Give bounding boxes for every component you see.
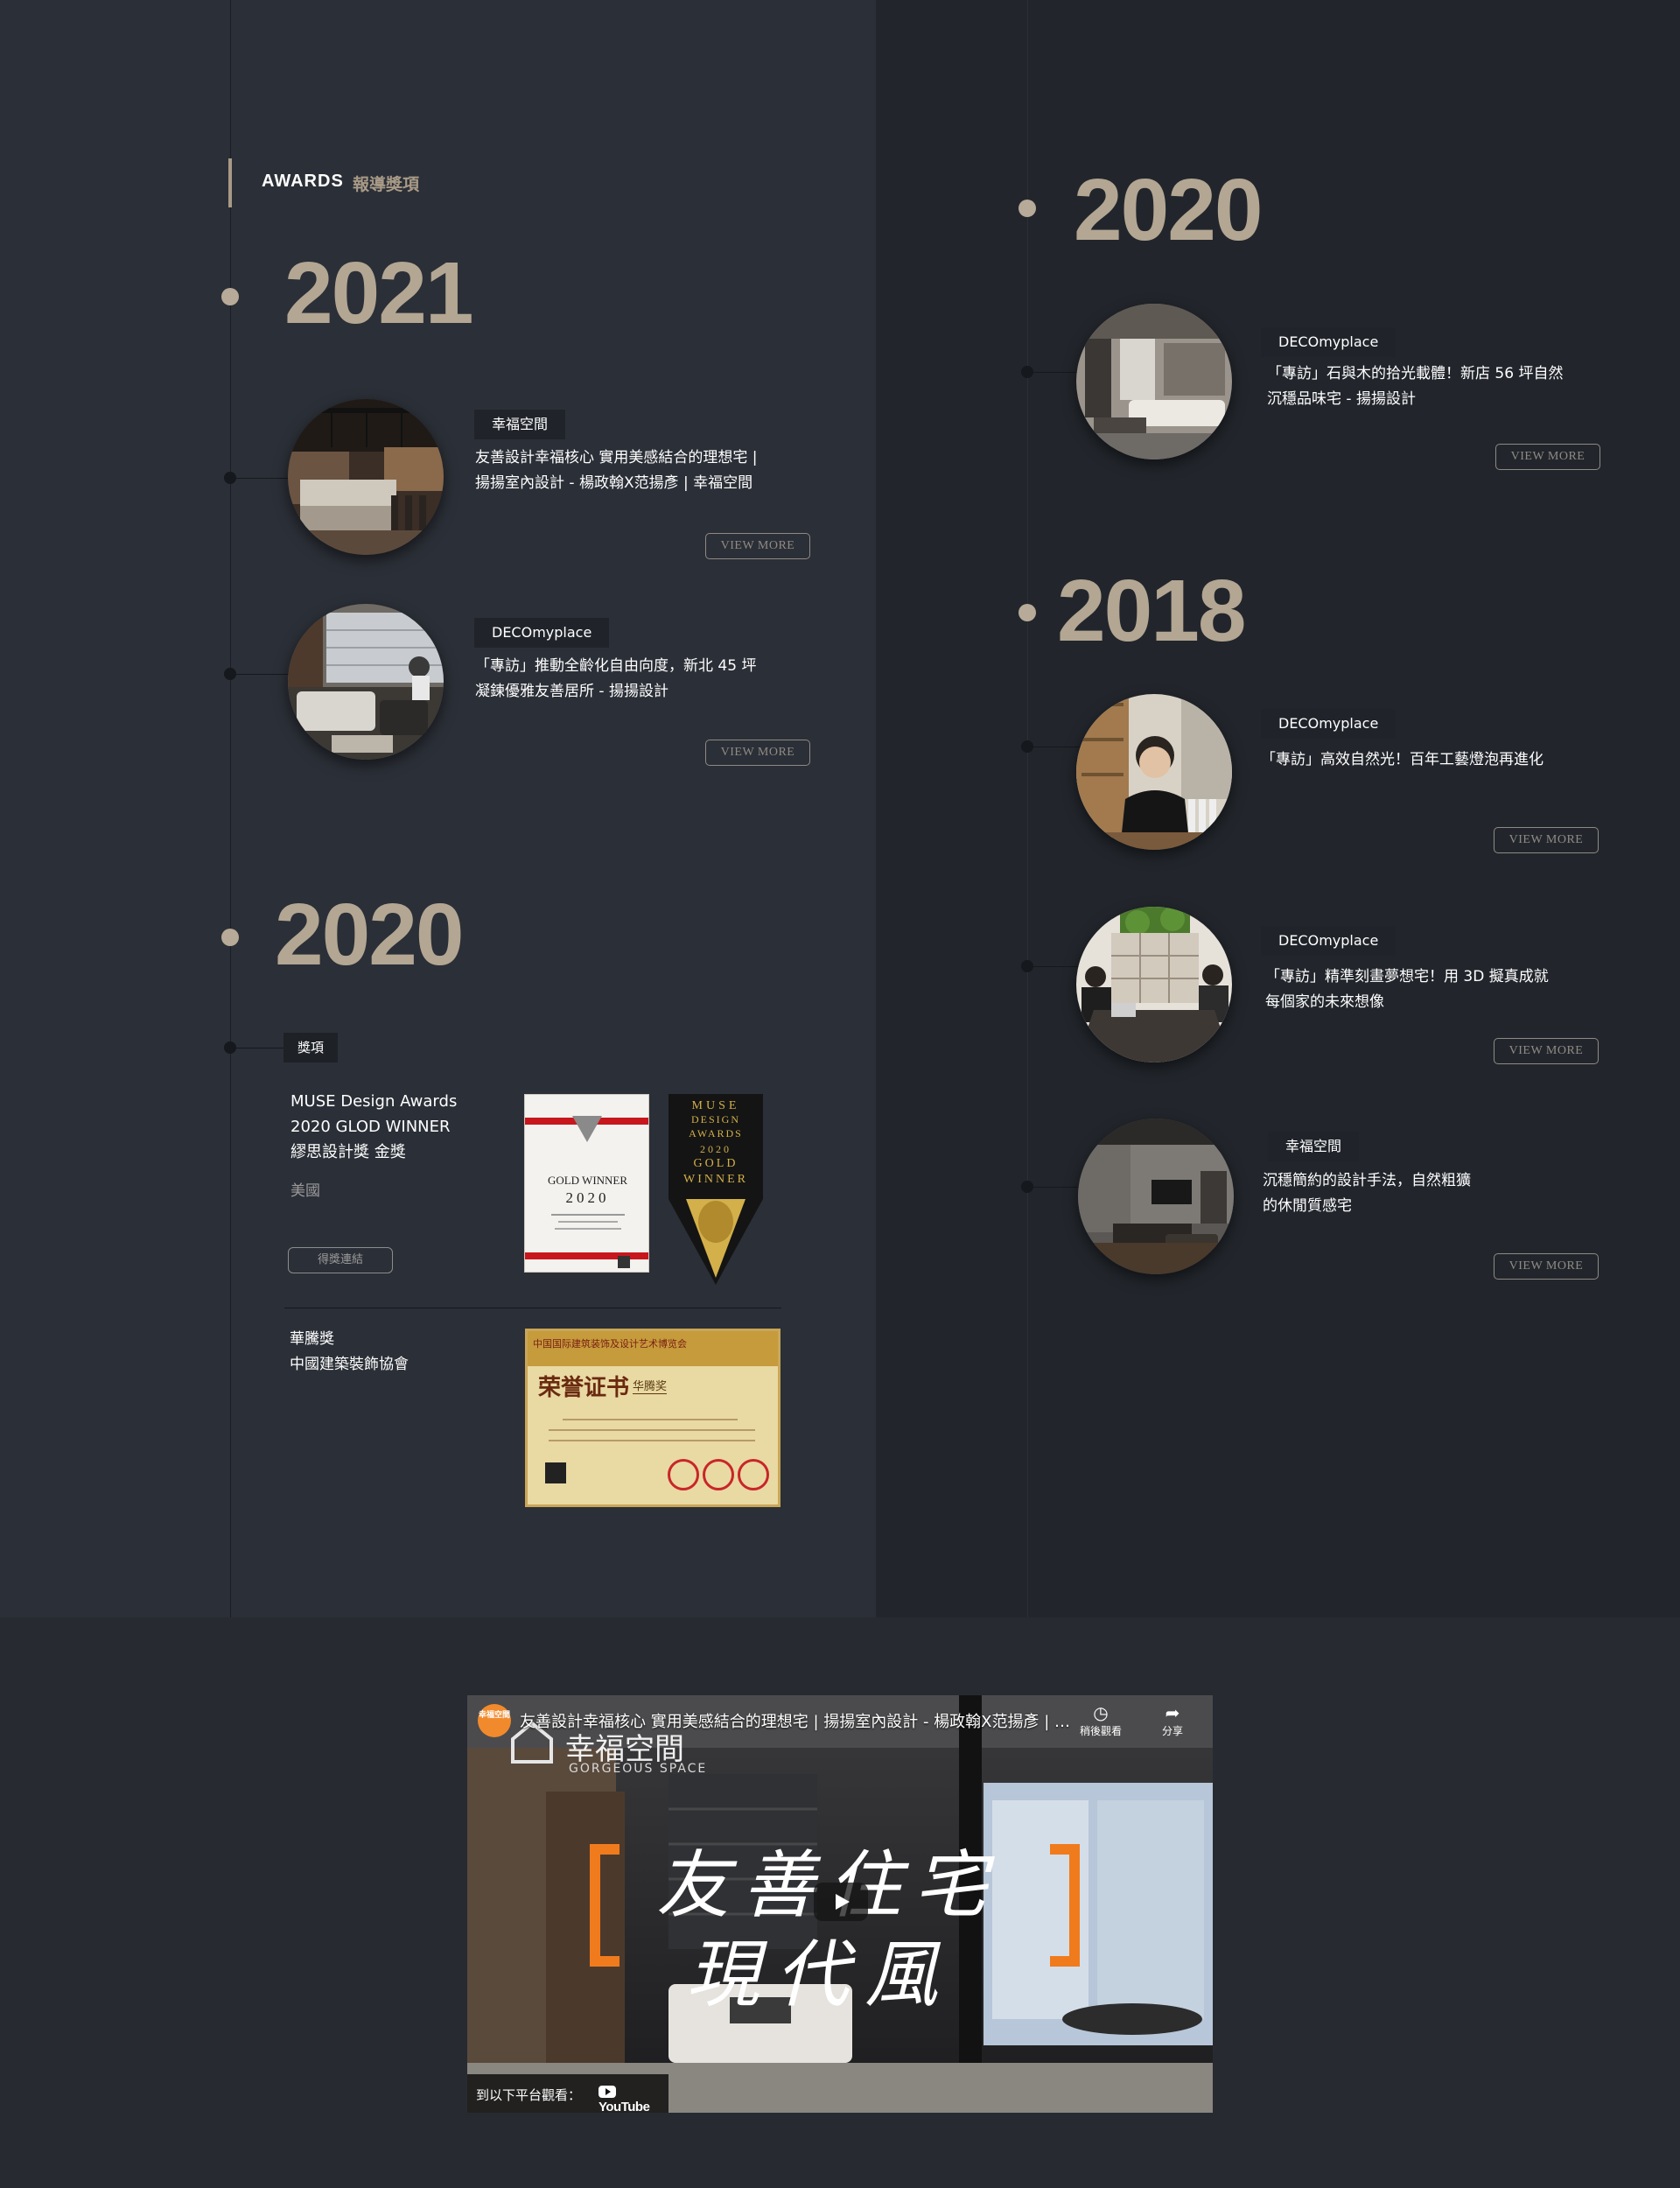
- badge-line: MUSE: [691, 1099, 740, 1112]
- timeline-connector: [230, 674, 293, 675]
- article-title-line: 「專訪」精準刻畫夢想宅！用 3D 擬真成就: [1265, 968, 1549, 985]
- watch-on-label: 到以下平台觀看：: [476, 2087, 582, 2103]
- award-line: 中國建築裝飾協會: [290, 1356, 409, 1373]
- article-source-tag: DECOmyplace: [1261, 926, 1396, 956]
- muse-gold-badge-image: MUSE DESIGN AWARDS 2020 GOLD WINNER: [667, 1094, 765, 1287]
- article-source-tag: DECOmyplace: [1261, 709, 1396, 739]
- section-title-en: AWARDS: [262, 172, 344, 191]
- article-thumbnail-portrait[interactable]: [1076, 694, 1232, 850]
- view-more-button[interactable]: VIEW MORE: [1495, 444, 1600, 470]
- cert-winner-text: GOLD WINNER: [547, 1174, 628, 1187]
- article-title[interactable]: 「專訪」精準刻畫夢想宅！用 3D 擬真成就 每個家的未來想像: [1265, 964, 1549, 1015]
- article-title-line: 的休閒質感宅: [1263, 1197, 1352, 1215]
- year-2020: 2020: [275, 886, 464, 984]
- article-title-line: 揚揚室內設計 - 楊政翰X范揚彥 | 幸福空間: [475, 474, 753, 492]
- article-source-tag: 幸福空間: [1268, 1132, 1360, 1161]
- year-dot: [221, 929, 239, 946]
- award-line: 繆思設計獎 金獎: [290, 1143, 406, 1161]
- article-title[interactable]: 「專訪」推動全齡化自由向度，新北 45 坪 凝鍊優雅友善居所 - 揚揚設計: [475, 654, 756, 705]
- youtube-icon: [598, 2086, 616, 2098]
- huateng-certificate-image: 中国国际建筑装饰及设计艺术博览会 荣誉证书 华腾奖: [525, 1329, 780, 1507]
- badge-line: GOLD: [693, 1157, 738, 1170]
- watch-later-button[interactable]: ◷ 稍後觀看: [1070, 1702, 1131, 1738]
- youtube-video-embed[interactable]: 幸福空間 友善設計幸福核心 實用美感結合的理想宅 | 揚揚室內設計 - 楊政翰X…: [467, 1695, 1213, 2113]
- awards-right-panel: [876, 0, 1680, 1617]
- article-title-line: 沉穩品味宅 - 揚揚設計: [1267, 390, 1416, 408]
- article-thumbnail-meeting[interactable]: [1076, 907, 1232, 1062]
- year-dot: [1018, 604, 1036, 621]
- article-title-line: 「專訪」推動全齡化自由向度，新北 45 坪: [475, 657, 757, 675]
- article-thumbnail-gray-room[interactable]: [1078, 1119, 1234, 1274]
- timeline-right: [1027, 0, 1028, 1617]
- view-more-button[interactable]: VIEW MORE: [1494, 827, 1599, 853]
- badge-line: 2020: [700, 1143, 732, 1155]
- article-title-line: 沉穩簡約的設計手法，自然粗獷: [1263, 1172, 1471, 1189]
- article-title[interactable]: 沉穩簡約的設計手法，自然粗獷 的休閒質感宅: [1263, 1168, 1471, 1219]
- video-brand-en: GORGEOUS SPACE: [569, 1762, 708, 1776]
- award-line: MUSE Design Awards: [290, 1092, 458, 1111]
- badge-line: WINNER: [683, 1173, 748, 1186]
- year-dot: [1018, 200, 1036, 217]
- article-title-line: 「專訪」石與木的拾光載體！新店 56 坪自然: [1267, 365, 1564, 382]
- award-muse-name: MUSE Design Awards 2020 GLOD WINNER 繆思設計…: [290, 1089, 457, 1165]
- badge-line: AWARDS: [689, 1127, 743, 1140]
- timeline-connector: [230, 478, 293, 479]
- article-title-line: 「專訪」高效自然光！百年工藝燈泡再進化: [1261, 751, 1544, 768]
- award-huateng-name: 華騰獎 中國建築裝飾協會: [290, 1327, 409, 1378]
- article-thumbnail-kitchen[interactable]: [288, 399, 444, 555]
- award-line: 2020 GLOD WINNER: [290, 1118, 451, 1136]
- share-label: 分享: [1161, 1725, 1183, 1737]
- year-2021: 2021: [284, 244, 473, 342]
- watch-on-bar: 到以下平台觀看： YouTube: [467, 2074, 668, 2113]
- article-title[interactable]: 友善設計幸福核心 實用美感結合的理想宅 | 揚揚室內設計 - 楊政翰X范揚彥 |…: [475, 445, 758, 496]
- article-title-line: 每個家的未來想像: [1265, 993, 1384, 1011]
- youtube-link[interactable]: YouTube: [598, 2085, 668, 2113]
- share-button[interactable]: ➦ 分享: [1142, 1702, 1203, 1738]
- muse-certificate-image: GOLD WINNER 2020: [524, 1094, 649, 1273]
- video-calligraphy-line2: 現代風: [686, 1932, 955, 2017]
- article-thumbnail-living-room[interactable]: [288, 604, 444, 760]
- youtube-label: YouTube: [598, 2100, 650, 2113]
- timeline-connector: [1027, 1187, 1085, 1188]
- view-more-button[interactable]: VIEW MORE: [705, 533, 810, 559]
- award-link-button[interactable]: 得獎連結: [288, 1247, 393, 1273]
- cert-header-text: 中国国际建筑装饰及设计艺术博览会: [533, 1338, 687, 1350]
- article-title-line: 凝鍊優雅友善居所 - 揚揚設計: [475, 683, 668, 700]
- clock-icon: ◷: [1093, 1702, 1109, 1723]
- timeline-left: [230, 0, 231, 1617]
- article-source-tag: DECOmyplace: [474, 618, 610, 648]
- award-line: 華騰獎: [290, 1330, 334, 1348]
- article-title[interactable]: 「專訪」石與木的拾光載體！新店 56 坪自然 沉穩品味宅 - 揚揚設計: [1267, 361, 1563, 412]
- view-more-button[interactable]: VIEW MORE: [705, 740, 810, 766]
- article-source-tag: 幸福空間: [474, 410, 566, 439]
- year-2020-right: 2020: [1074, 161, 1263, 259]
- cert-award-text: 华腾奖: [633, 1377, 668, 1394]
- play-button[interactable]: [814, 1883, 868, 1921]
- channel-avatar[interactable]: 幸福空間: [478, 1704, 511, 1737]
- section-title-zh: 報導獎項: [353, 175, 420, 194]
- award-country: 美國: [290, 1182, 320, 1200]
- year-2018: 2018: [1057, 562, 1246, 660]
- year-dot: [221, 288, 239, 305]
- article-source-tag: DECOmyplace: [1261, 327, 1396, 357]
- article-title-line: 友善設計幸福核心 實用美感結合的理想宅 |: [475, 449, 758, 466]
- timeline-connector: [1027, 966, 1085, 967]
- share-icon: ➦: [1165, 1702, 1180, 1723]
- article-thumbnail-living-stone[interactable]: [1076, 304, 1232, 459]
- view-more-button[interactable]: VIEW MORE: [1494, 1038, 1599, 1064]
- view-more-button[interactable]: VIEW MORE: [1494, 1253, 1599, 1280]
- awards-tag: 獎項: [284, 1033, 339, 1062]
- article-title[interactable]: 「專訪」高效自然光！百年工藝燈泡再進化: [1261, 747, 1544, 773]
- cert-title-text: 荣誉证书: [538, 1375, 630, 1401]
- badge-line: DESIGN: [691, 1113, 740, 1126]
- heading-accent-bar: [228, 158, 232, 207]
- cert-year-text: 2020: [565, 1189, 610, 1206]
- watch-later-label: 稍後觀看: [1079, 1725, 1122, 1737]
